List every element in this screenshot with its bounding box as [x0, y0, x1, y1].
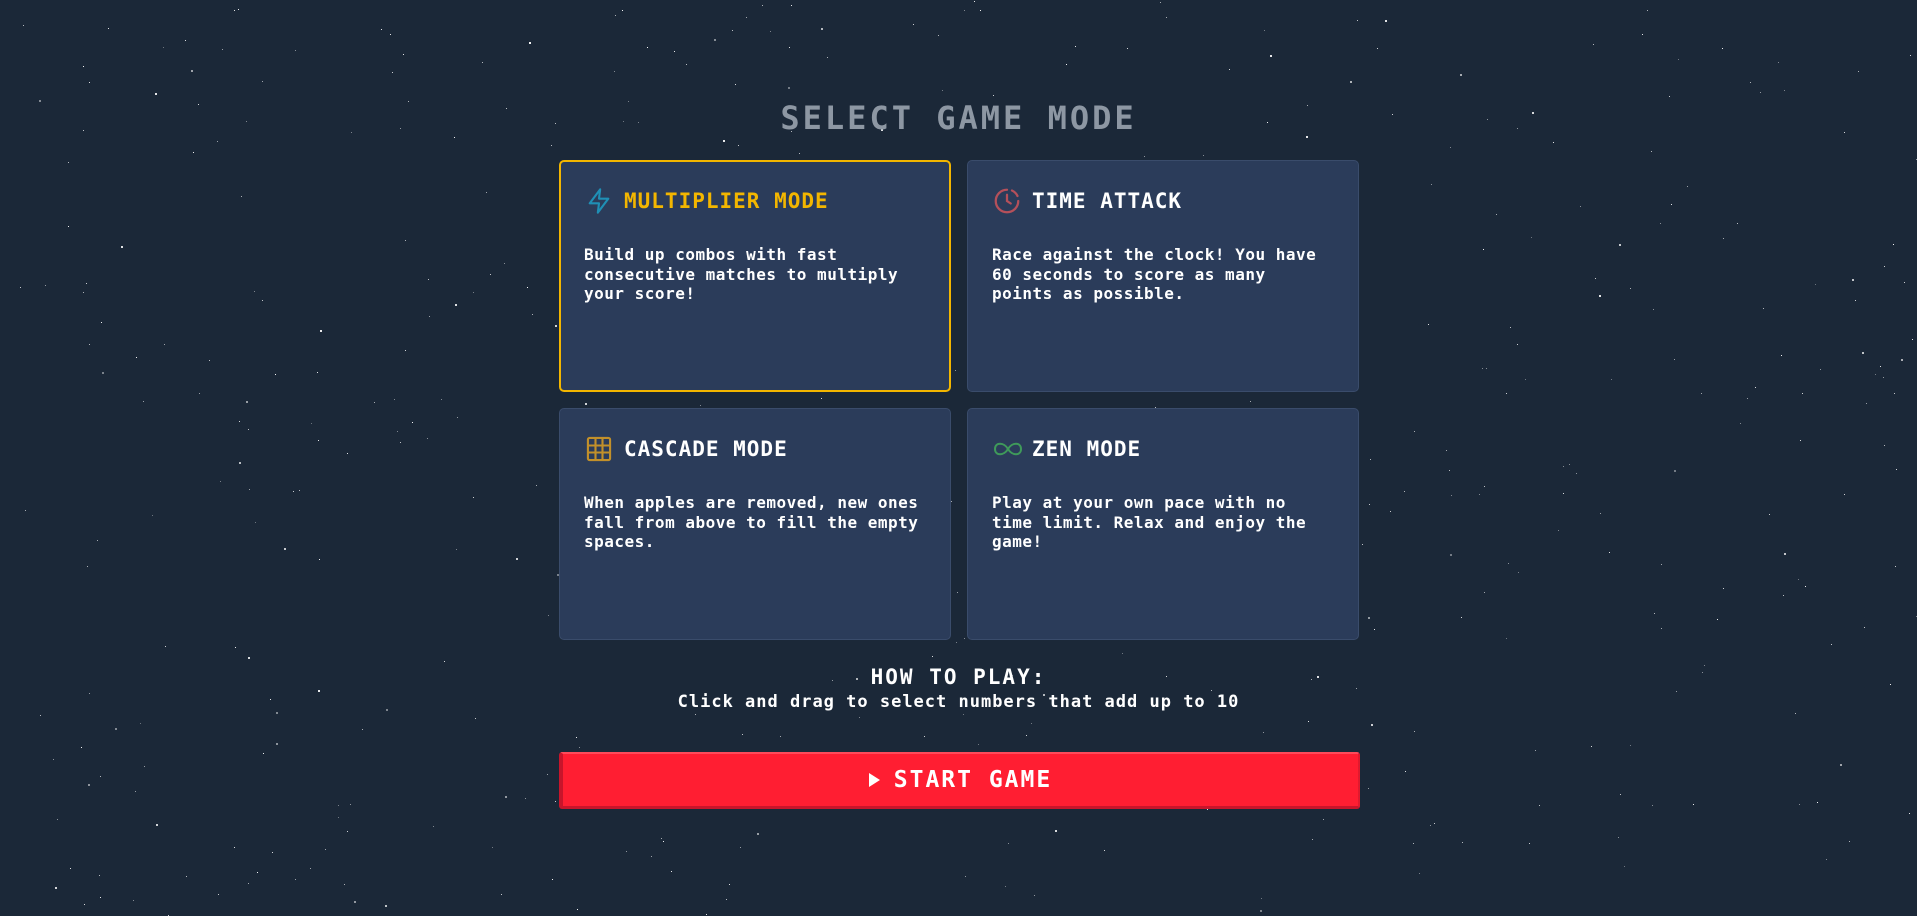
- lightning-icon: [584, 186, 614, 216]
- play-icon: [868, 773, 880, 787]
- mode-title: CASCADE MODE: [624, 437, 788, 461]
- mode-card-cascade[interactable]: CASCADE MODE When apples are removed, ne…: [559, 408, 951, 640]
- mode-card-multiplier[interactable]: MULTIPLIER MODE Build up combos with fas…: [559, 160, 951, 392]
- mode-description: Build up combos with fast consecutive ma…: [584, 245, 899, 303]
- mode-description: Play at your own pace with no time limit…: [992, 493, 1307, 551]
- grid-icon: [584, 434, 614, 464]
- how-to-play-text: Click and drag to select numbers that ad…: [677, 692, 1240, 712]
- start-game-button[interactable]: START GAME: [559, 752, 1360, 809]
- mode-title: ZEN MODE: [1032, 437, 1142, 461]
- mode-card-time-attack[interactable]: TIME ATTACK Race against the clock! You …: [967, 160, 1359, 392]
- start-game-label: START GAME: [893, 767, 1053, 793]
- mode-description: When apples are removed, new ones fall f…: [584, 493, 919, 551]
- mode-title: TIME ATTACK: [1032, 189, 1183, 213]
- mode-description: Race against the clock! You have 60 seco…: [992, 245, 1317, 303]
- infinity-icon: [992, 434, 1024, 464]
- how-to-play: HOW TO PLAY: Click and drag to select nu…: [0, 664, 1917, 714]
- mode-grid: MULTIPLIER MODE Build up combos with fas…: [559, 160, 1359, 640]
- page-title: SELECT GAME MODE: [780, 99, 1137, 137]
- mode-title: MULTIPLIER MODE: [624, 189, 829, 213]
- how-to-play-title: HOW TO PLAY:: [870, 665, 1047, 689]
- clock-icon: [992, 186, 1022, 216]
- mode-card-zen[interactable]: ZEN MODE Play at your own pace with no t…: [967, 408, 1359, 640]
